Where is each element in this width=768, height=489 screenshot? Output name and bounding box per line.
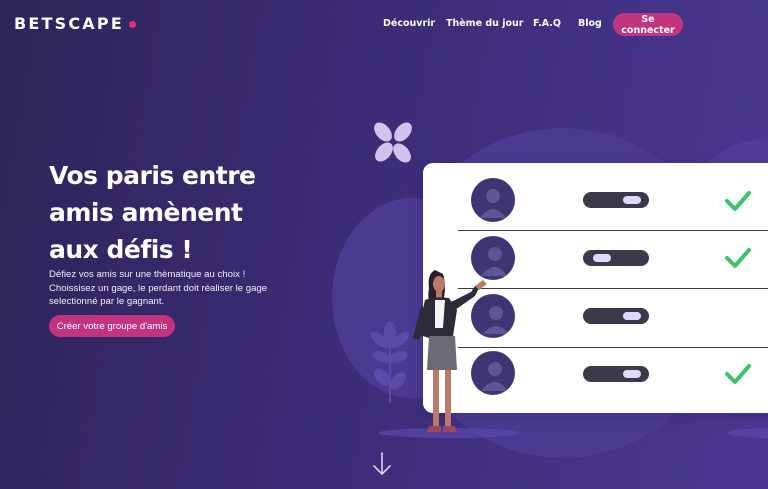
toggle-switch (583, 308, 649, 324)
woman-illustration (413, 270, 487, 432)
toggle-switch (583, 250, 649, 266)
toggle-knob (623, 312, 641, 320)
landing-page: BETSCAPE Découvrir Thème du jour F.A.Q B… (0, 0, 768, 489)
ground-shadow-right (728, 428, 768, 438)
create-group-button[interactable]: Créer votre groupe d'amis (49, 315, 175, 337)
hero-title-line-3: aux défis ! (49, 235, 193, 264)
toggle-switch (583, 366, 649, 382)
check-icon (725, 191, 751, 211)
brand-logo[interactable]: BETSCAPE (14, 14, 136, 33)
brand-logo-text: BETSCAPE (14, 14, 124, 33)
check-icon (725, 248, 751, 268)
hero-desc-line-3: selectionné par le gagnant. (49, 296, 165, 307)
friend-row (423, 171, 768, 229)
hero-description: Défiez vos amis sur une thèmatique au ch… (49, 268, 309, 309)
hero-title-line-1: Vos paris entre (49, 161, 256, 190)
nav-link-blog[interactable]: Blog (578, 18, 602, 29)
toggle-knob (593, 254, 611, 262)
toggle-switch (583, 192, 649, 208)
flower-icon (374, 122, 412, 163)
toggle-knob (623, 196, 641, 204)
nav-link-theme-du-jour[interactable]: Thème du jour (446, 18, 523, 29)
check-icon (725, 364, 751, 384)
nav-link-decouvrir[interactable]: Découvrir (383, 18, 435, 29)
hero-desc-line-1: Défiez vos amis sur une thèmatique au ch… (49, 269, 246, 280)
toggle-knob (623, 370, 641, 378)
user-avatar-icon (471, 178, 515, 222)
nav-link-faq[interactable]: F.A.Q (533, 18, 561, 29)
login-button[interactable]: Se connecter (613, 13, 683, 36)
hero-desc-line-2: Choissisez un gage, le perdant doit réal… (49, 282, 268, 294)
hero-title-line-2: amis amènent (49, 198, 243, 227)
arrow-down-icon[interactable] (372, 451, 392, 477)
brand-logo-dot (128, 20, 136, 28)
site-header: BETSCAPE Découvrir Thème du jour F.A.Q B… (0, 0, 768, 48)
hero-title: Vos paris entre amis amènent aux défis ! (49, 157, 309, 268)
